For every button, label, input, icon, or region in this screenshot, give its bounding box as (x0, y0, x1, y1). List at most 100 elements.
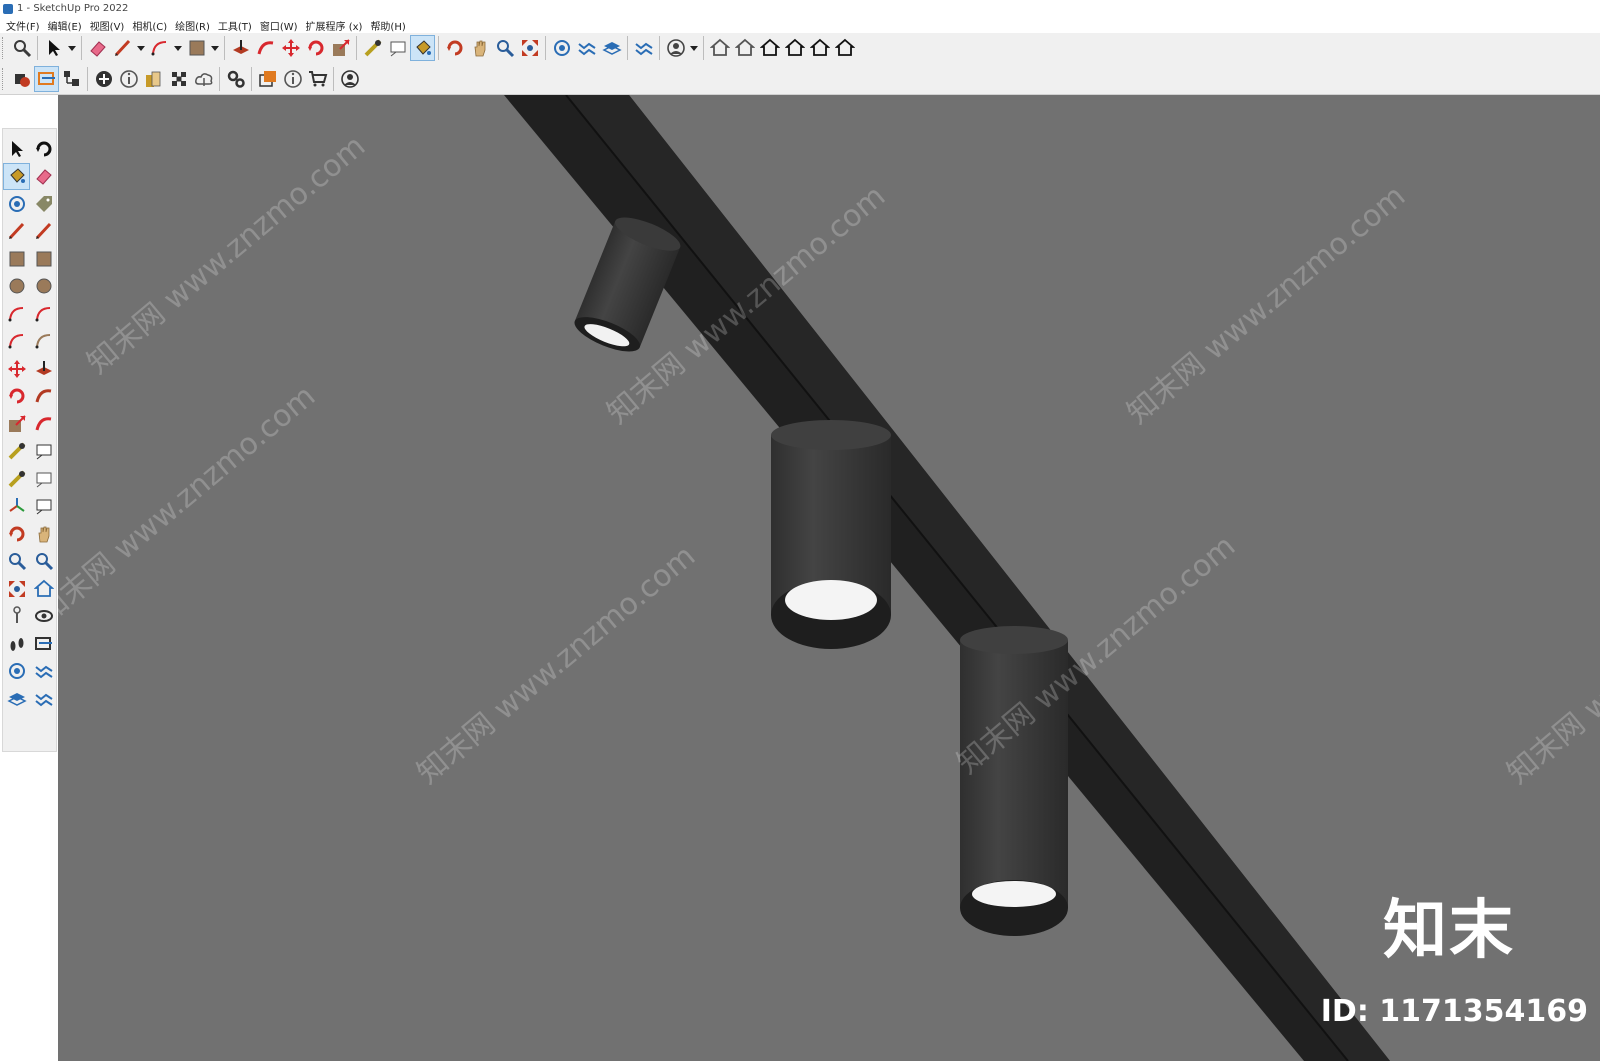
left-view-icon[interactable] (832, 35, 857, 61)
model-info-icon[interactable] (116, 66, 141, 92)
toolbar-grip[interactable] (2, 37, 6, 59)
add-location-icon[interactable] (91, 66, 116, 92)
make-component-icon[interactable] (3, 190, 30, 218)
scale-icon[interactable] (3, 410, 30, 438)
look-around-icon[interactable] (30, 603, 57, 631)
materials-icon[interactable] (141, 66, 166, 92)
pie-icon[interactable] (30, 328, 57, 356)
info-icon[interactable] (280, 66, 305, 92)
solid-tools-icon[interactable] (9, 66, 34, 92)
offset-icon[interactable] (30, 410, 57, 438)
follow-me-icon[interactable] (30, 383, 57, 411)
iso-view-icon[interactable] (707, 35, 732, 61)
paint-bucket-icon[interactable] (410, 35, 435, 61)
right-view-icon[interactable] (782, 35, 807, 61)
rotated-rectangle-icon[interactable] (30, 245, 57, 273)
pencil-line-icon[interactable] (3, 218, 30, 246)
dropdown-arrow-icon[interactable] (688, 35, 700, 61)
push-pull-icon[interactable] (30, 355, 57, 383)
rectangle-icon[interactable] (3, 245, 30, 273)
components-icon[interactable] (549, 35, 574, 61)
follow-me-icon[interactable] (253, 35, 278, 61)
back-view-icon[interactable] (807, 35, 832, 61)
layers-icon[interactable] (3, 685, 30, 713)
menu-item-3[interactable]: 相机(C) (128, 18, 171, 33)
shopping-cart-icon[interactable] (305, 66, 330, 92)
menu-item-5[interactable]: 工具(T) (214, 18, 256, 33)
scenes-icon[interactable] (255, 66, 280, 92)
eraser-icon[interactable] (85, 35, 110, 61)
zoom-icon[interactable] (492, 35, 517, 61)
dropdown-arrow-icon[interactable] (209, 35, 221, 61)
rotate-icon[interactable] (303, 35, 328, 61)
dimension-icon[interactable] (30, 438, 57, 466)
menu-item-4[interactable]: 绘图(R) (171, 18, 214, 33)
two-point-arc-icon[interactable] (30, 300, 57, 328)
extension-settings-icon[interactable] (30, 685, 57, 713)
zoom-extents-icon[interactable] (3, 575, 30, 603)
freehand-icon[interactable] (30, 218, 57, 246)
zoom-window-icon[interactable] (30, 548, 57, 576)
axes-icon[interactable] (3, 493, 30, 521)
extension-manager-icon[interactable] (223, 66, 248, 92)
menu-item-7[interactable]: 扩展程序 (x) (302, 18, 367, 33)
pan-hand-icon[interactable] (467, 35, 492, 61)
rotate-icon[interactable] (3, 383, 30, 411)
arc-icon[interactable] (147, 35, 172, 61)
walk-icon[interactable] (3, 630, 30, 658)
orbit-icon[interactable] (3, 520, 30, 548)
move-icon[interactable] (278, 35, 303, 61)
section-plane-icon[interactable] (34, 66, 59, 92)
orbit-mini-icon[interactable] (30, 135, 57, 163)
pan-hand-icon[interactable] (30, 520, 57, 548)
three-point-arc-icon[interactable] (3, 328, 30, 356)
menu-item-2[interactable]: 视图(V) (86, 18, 129, 33)
zoom-icon[interactable] (3, 548, 30, 576)
menu-item-6[interactable]: 窗口(W) (256, 18, 302, 33)
dropdown-arrow-icon[interactable] (66, 35, 78, 61)
move-icon[interactable] (3, 355, 30, 383)
menu-item-0[interactable]: 文件(F) (0, 18, 44, 33)
protractor-icon[interactable] (3, 465, 30, 493)
polygon-icon[interactable] (30, 273, 57, 301)
select-arrow-icon[interactable] (3, 135, 30, 163)
layers-icon[interactable] (599, 35, 624, 61)
push-pull-icon[interactable] (228, 35, 253, 61)
cloud-upload-icon[interactable] (191, 66, 216, 92)
top-view-icon[interactable] (732, 35, 757, 61)
position-camera-icon[interactable] (3, 603, 30, 631)
menu-item-1[interactable]: 编辑(E) (44, 18, 86, 33)
paint-bucket-icon[interactable] (3, 162, 30, 190)
select-arrow-icon[interactable] (41, 35, 66, 61)
eraser-icon[interactable] (30, 163, 57, 191)
previous-view-icon[interactable] (30, 575, 57, 603)
drawing-viewport[interactable]: 知末网 www.znzmo.com 知末网 www.znzmo.com 知末网 ww… (58, 95, 1600, 1061)
tape-measure-icon[interactable] (360, 35, 385, 61)
text-label-icon[interactable] (385, 35, 410, 61)
orbit-icon[interactable] (442, 35, 467, 61)
search-icon[interactable] (9, 35, 34, 61)
circle-icon[interactable] (3, 273, 30, 301)
outliner-icon[interactable] (59, 66, 84, 92)
sandbox-icon[interactable] (30, 658, 57, 686)
scale-icon[interactable] (328, 35, 353, 61)
3d-text-icon[interactable] (30, 493, 57, 521)
arc-icon[interactable] (3, 300, 30, 328)
extension-settings-icon[interactable] (631, 35, 656, 61)
dropdown-arrow-icon[interactable] (172, 35, 184, 61)
tag-icon[interactable] (30, 190, 57, 218)
pencil-line-icon[interactable] (110, 35, 135, 61)
sandbox-icon[interactable] (574, 35, 599, 61)
rectangle-icon[interactable] (184, 35, 209, 61)
section-plane-icon[interactable] (30, 630, 57, 658)
user-account-icon[interactable] (663, 35, 688, 61)
dropdown-arrow-icon[interactable] (135, 35, 147, 61)
tape-measure-icon[interactable] (3, 438, 30, 466)
zoom-extents-icon[interactable] (517, 35, 542, 61)
components-icon[interactable] (3, 658, 30, 686)
menu-item-8[interactable]: 帮助(H) (366, 18, 409, 33)
styles-icon[interactable] (166, 66, 191, 92)
front-view-icon[interactable] (757, 35, 782, 61)
text-label-icon[interactable] (30, 465, 57, 493)
toolbar-grip[interactable] (2, 68, 6, 90)
